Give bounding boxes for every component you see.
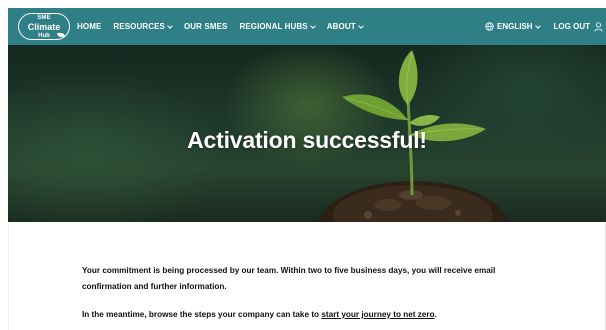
confirmation-message: Your commitment is being processed by ou… bbox=[82, 266, 496, 291]
nav-item-resources[interactable]: RESOURCES bbox=[113, 22, 173, 31]
confirmation-content: Your commitment is being processed by ou… bbox=[82, 263, 542, 323]
nav-item-label: OUR SMES bbox=[183, 22, 228, 31]
logout-label: LOG OUT bbox=[553, 22, 590, 31]
next-steps-suffix: . bbox=[434, 310, 437, 319]
nav-item-about[interactable]: ABOUT bbox=[326, 22, 364, 31]
page: SME Climate Hub HOME RESOURCES OUR SMES … bbox=[0, 0, 606, 330]
nav-item-label: REGIONAL HUBS bbox=[239, 22, 308, 31]
net-zero-journey-link[interactable]: start your journey to net zero bbox=[321, 310, 434, 319]
chevron-down-icon bbox=[167, 22, 173, 29]
chevron-down-icon bbox=[534, 22, 541, 29]
leaf-icon bbox=[57, 33, 65, 37]
next-steps-message: In the meantime, browse the steps your c… bbox=[82, 307, 542, 323]
nav-item-label: RESOURCES bbox=[113, 22, 165, 31]
nav-right: ENGLISH LOG OUT bbox=[485, 8, 606, 45]
nav-item-home[interactable]: HOME bbox=[77, 22, 101, 31]
logo-line-climate: Climate bbox=[27, 21, 61, 32]
hero-title: Activation successful! bbox=[187, 127, 427, 153]
language-label: ENGLISH bbox=[496, 22, 533, 31]
nav-item-our-smes[interactable]: OUR SMES bbox=[184, 22, 227, 31]
language-selector[interactable]: ENGLISH bbox=[485, 22, 541, 31]
top-navigation: SME Climate Hub HOME RESOURCES OUR SMES … bbox=[8, 8, 606, 45]
globe-icon bbox=[485, 22, 494, 31]
main-menu: HOME RESOURCES OUR SMES REGIONAL HUBS AB… bbox=[77, 8, 375, 45]
user-icon bbox=[594, 21, 603, 32]
logout-link[interactable]: LOG OUT bbox=[553, 21, 603, 32]
logo-line-hub: Hub bbox=[38, 32, 50, 39]
hero-banner: Activation successful! bbox=[8, 45, 606, 222]
nav-item-label: HOME bbox=[77, 22, 102, 31]
nav-item-label: ABOUT bbox=[326, 22, 356, 31]
sme-climate-hub-logo[interactable]: SME Climate Hub bbox=[18, 13, 70, 40]
chevron-down-icon bbox=[309, 22, 316, 29]
next-steps-text: In the meantime, browse the steps your c… bbox=[82, 310, 322, 319]
content-border-left bbox=[8, 222, 9, 330]
chevron-down-icon bbox=[357, 22, 364, 29]
logo-line-sme: SME bbox=[37, 14, 51, 21]
nav-item-regional-hubs[interactable]: REGIONAL HUBS bbox=[239, 22, 316, 31]
